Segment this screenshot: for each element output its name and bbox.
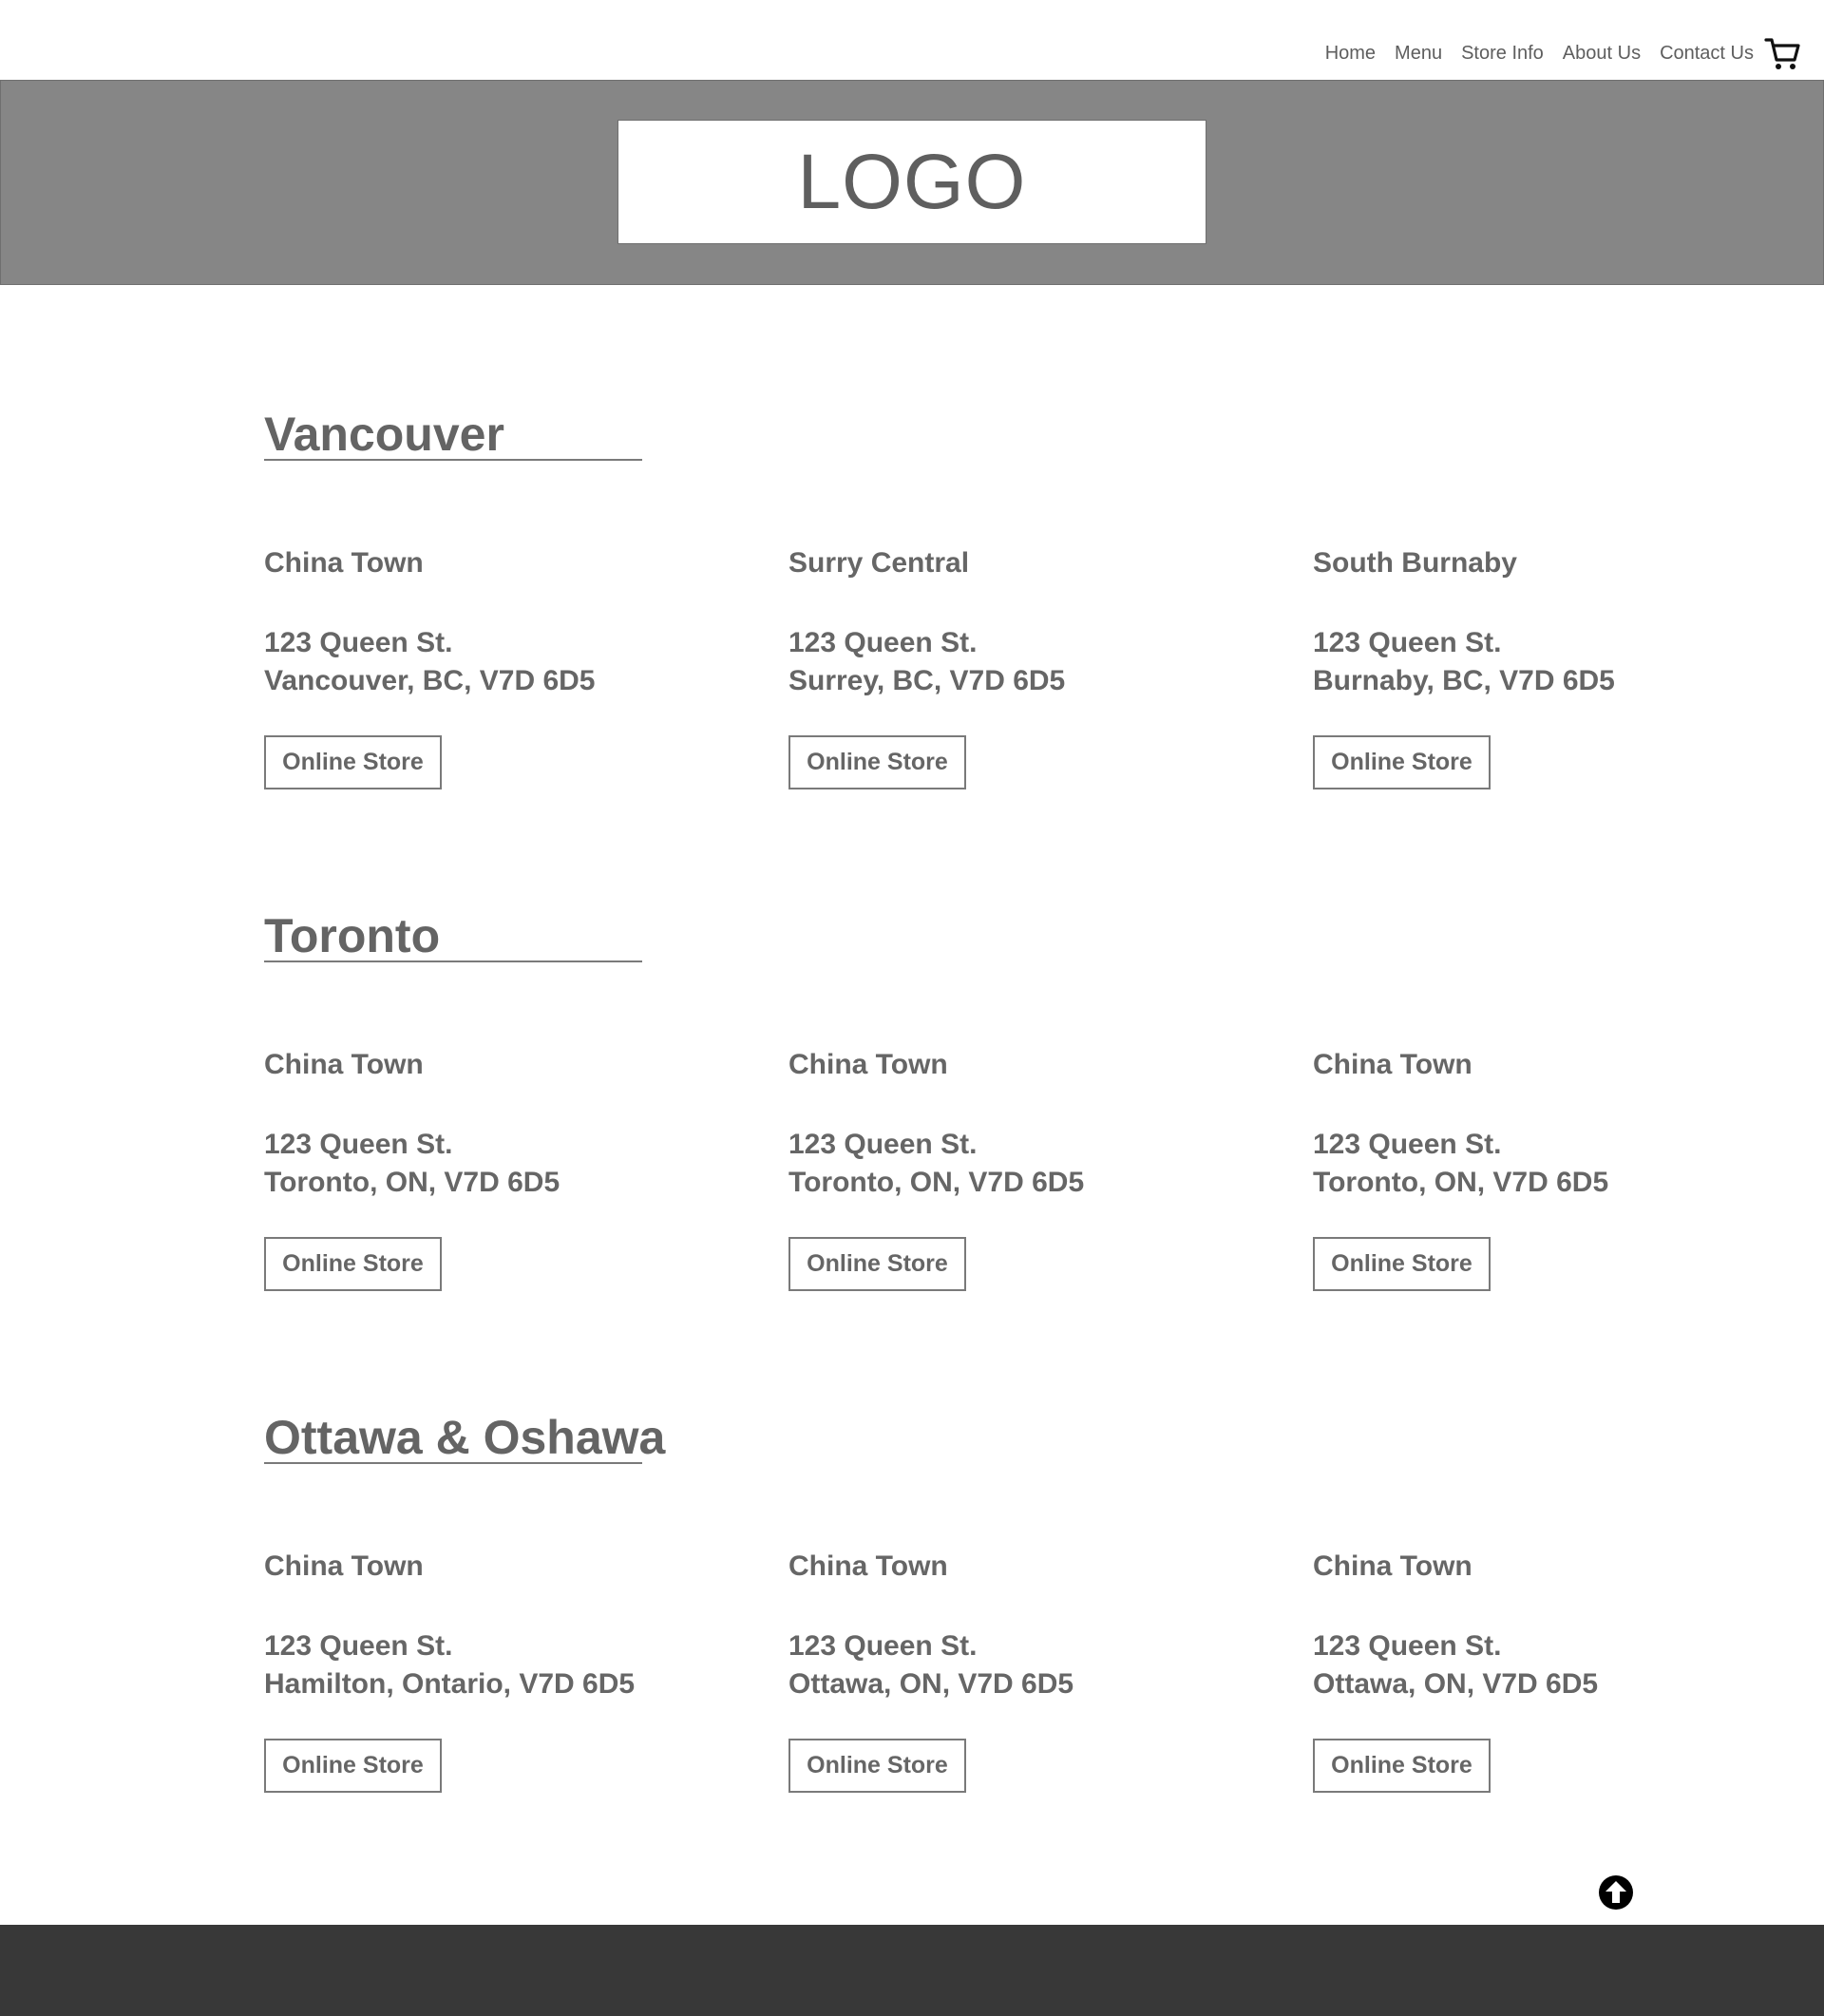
footer — [0, 1925, 1824, 2016]
store-address-street: 123 Queen St. — [264, 627, 453, 658]
store-address-city: Ottawa, ON, V7D 6D5 — [788, 1668, 1074, 1700]
nav-about-us[interactable]: About Us — [1563, 30, 1641, 76]
store-name: China Town — [264, 1550, 424, 1582]
region-title: Toronto — [264, 909, 441, 962]
nav-home[interactable]: Home — [1325, 30, 1376, 76]
store-address-city: Toronto, ON, V7D 6D5 — [1313, 1167, 1609, 1198]
store-name: China Town — [264, 1049, 424, 1080]
store-name: Surry Central — [788, 547, 970, 579]
region-title-underline — [264, 960, 642, 962]
store-address-city: Burnaby, BC, V7D 6D5 — [1313, 665, 1615, 696]
online-store-button[interactable]: Online Store — [1313, 1739, 1491, 1793]
store-name: China Town — [788, 1049, 948, 1080]
store-address-street: 123 Queen St. — [788, 627, 978, 658]
store-address-street: 123 Queen St. — [1313, 627, 1502, 658]
store-address-street: 123 Queen St. — [264, 1129, 453, 1160]
main-nav: Home Menu Store Info About Us Contact Us — [1306, 30, 1801, 76]
logo[interactable]: LOGO — [618, 120, 1206, 244]
online-store-button[interactable]: Online Store — [788, 735, 966, 789]
online-store-button[interactable]: Online Store — [788, 1237, 966, 1291]
online-store-button[interactable]: Online Store — [264, 1237, 442, 1291]
region-title-underline — [264, 459, 642, 461]
region-title: Ottawa & Oshawa — [264, 1411, 666, 1464]
nav-contact-us[interactable]: Contact Us — [1660, 30, 1754, 76]
region-title: Vancouver — [264, 408, 504, 461]
store-address-street: 123 Queen St. — [1313, 1129, 1502, 1160]
arrow-up-circle-icon[interactable] — [1598, 1874, 1634, 1911]
online-store-button[interactable]: Online Store — [788, 1739, 966, 1793]
store-address-city: Vancouver, BC, V7D 6D5 — [264, 665, 596, 696]
store-address-city: Ottawa, ON, V7D 6D5 — [1313, 1668, 1599, 1700]
shopping-cart-icon[interactable] — [1763, 34, 1801, 72]
store-address-street: 123 Queen St. — [788, 1630, 978, 1662]
region-title-underline — [264, 1462, 642, 1464]
nav-store-info[interactable]: Store Info — [1461, 30, 1544, 76]
store-address-city: Hamilton, Ontario, V7D 6D5 — [264, 1668, 636, 1700]
page: Home Menu Store Info About Us Contact Us… — [0, 0, 1824, 2016]
store-name: China Town — [788, 1550, 948, 1582]
store-name: China Town — [264, 547, 424, 579]
store-name: South Burnaby — [1313, 547, 1517, 579]
online-store-button[interactable]: Online Store — [1313, 735, 1491, 789]
store-address-street: 123 Queen St. — [264, 1630, 453, 1662]
online-store-button[interactable]: Online Store — [264, 735, 442, 789]
store-address-city: Toronto, ON, V7D 6D5 — [264, 1167, 560, 1198]
store-address-city: Surrey, BC, V7D 6D5 — [788, 665, 1066, 696]
online-store-button[interactable]: Online Store — [1313, 1237, 1491, 1291]
header-banner: LOGO — [0, 80, 1824, 285]
store-address-street: 123 Queen St. — [788, 1129, 978, 1160]
nav-menu[interactable]: Menu — [1395, 30, 1442, 76]
top-navigation-bar: Home Menu Store Info About Us Contact Us — [0, 0, 1824, 80]
logo-text: LOGO — [797, 138, 1027, 225]
store-name: China Town — [1313, 1049, 1472, 1080]
store-address-city: Toronto, ON, V7D 6D5 — [788, 1167, 1085, 1198]
store-name: China Town — [1313, 1550, 1472, 1582]
store-address-street: 123 Queen St. — [1313, 1630, 1502, 1662]
online-store-button[interactable]: Online Store — [264, 1739, 442, 1793]
